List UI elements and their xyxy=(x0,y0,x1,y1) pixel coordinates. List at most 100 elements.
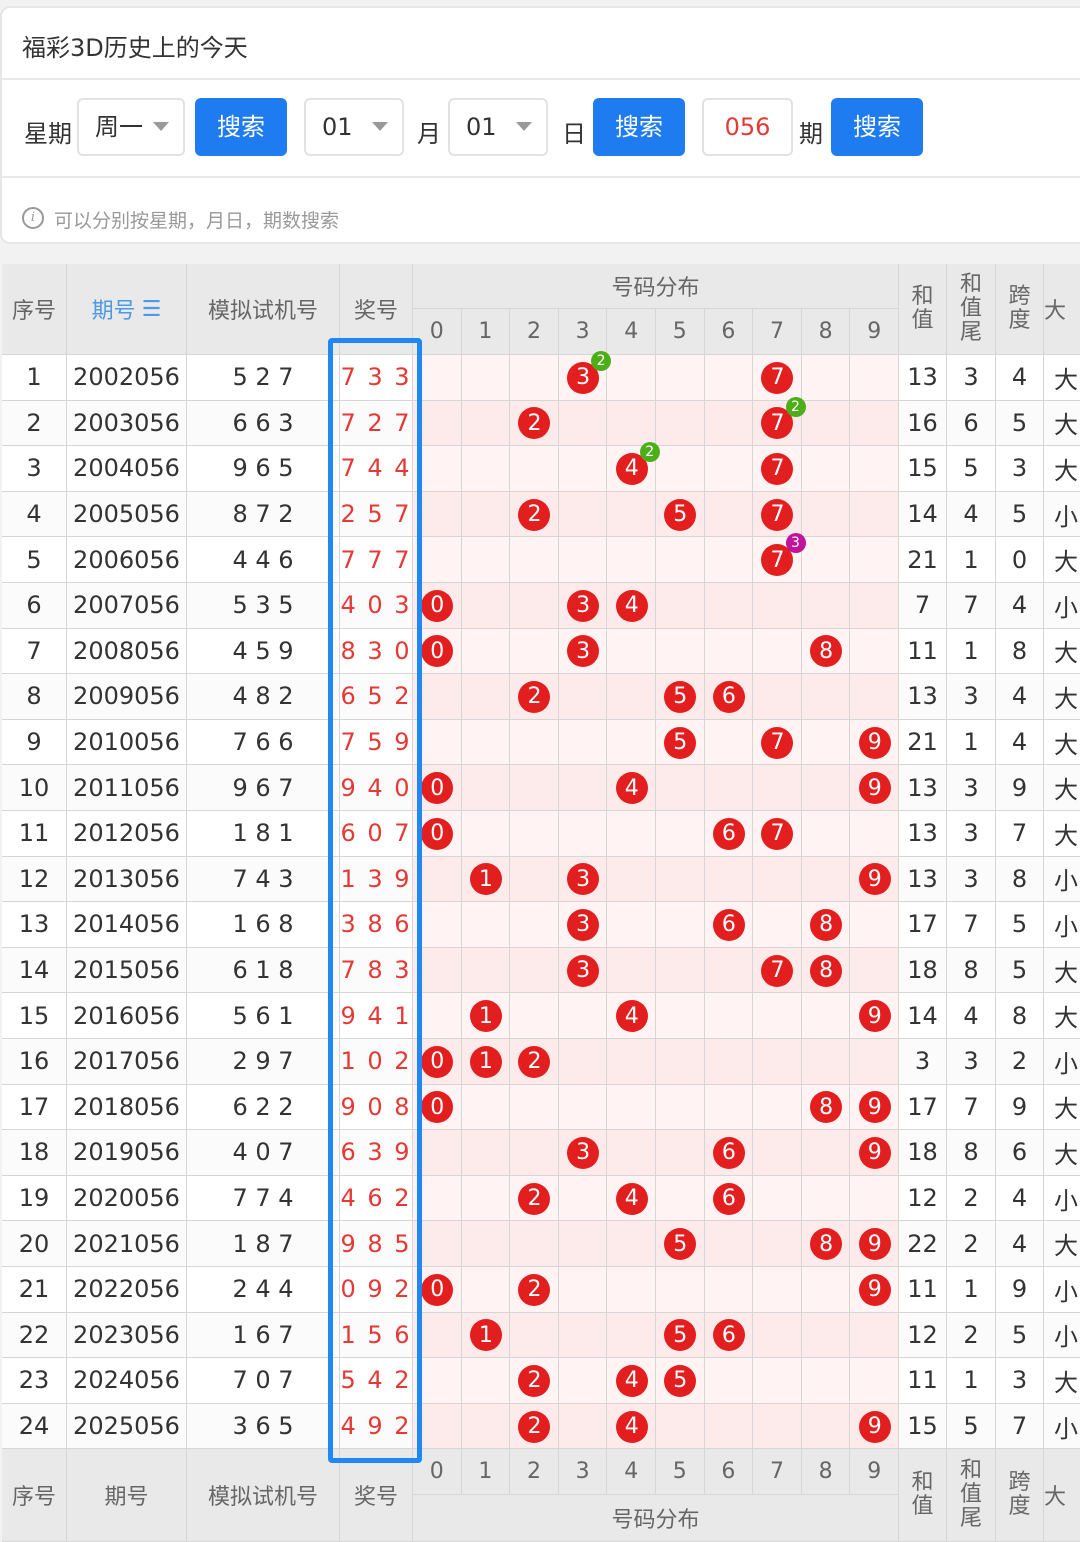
row-sim: 4 0 7 xyxy=(187,1130,340,1176)
row-sum: 11 xyxy=(899,628,947,675)
row-period: 2022056 xyxy=(67,1267,187,1313)
dist-cell-1 xyxy=(461,1221,511,1267)
row-span: 5 xyxy=(996,400,1044,447)
dist-cell-2 xyxy=(510,947,559,994)
footer-digit-5: 5 xyxy=(656,1449,705,1495)
dist-cell-7 xyxy=(753,1403,802,1450)
row-sum: 21 xyxy=(899,537,947,583)
dist-cell-8 xyxy=(801,446,851,492)
row-span: 8 xyxy=(996,993,1044,1039)
dist-cell-4: 4 xyxy=(607,583,656,629)
dist-cell-0 xyxy=(413,1358,462,1404)
row-size: 大 xyxy=(1044,1130,1080,1176)
row-prize: 1 0 2 xyxy=(340,1039,413,1085)
dist-cell-7 xyxy=(753,1130,802,1176)
row-sum: 13 xyxy=(899,856,947,903)
dist-cell-7 xyxy=(753,1039,802,1085)
dist-cell-3 xyxy=(558,1267,608,1313)
footer-sum: 和值 xyxy=(899,1449,947,1542)
header-period[interactable]: 期号 ☰ xyxy=(67,264,187,355)
row-sim: 4 4 6 xyxy=(187,537,340,583)
dist-cell-6 xyxy=(704,719,754,766)
dist-cell-2 xyxy=(510,811,559,857)
dist-cell-2: 2 xyxy=(510,1358,559,1404)
repeat-count-badge: 2 xyxy=(591,351,612,371)
row-span: 8 xyxy=(996,856,1044,903)
dist-cell-0 xyxy=(413,902,462,948)
row-size: 大 xyxy=(1044,446,1080,492)
row-prize: 3 8 6 xyxy=(340,902,413,948)
dist-cell-5 xyxy=(656,628,705,675)
header-digit-3: 3 xyxy=(558,309,608,355)
dist-cell-8 xyxy=(801,856,851,903)
dist-cell-6: 6 xyxy=(704,811,754,857)
dist-cell-6 xyxy=(704,583,754,629)
row-period: 2021056 xyxy=(67,1221,187,1267)
row-size: 小 xyxy=(1044,1403,1080,1450)
dist-cell-6 xyxy=(704,1084,754,1131)
row-prize: 6 0 7 xyxy=(340,811,413,857)
sort-icon[interactable]: ☰ xyxy=(142,297,162,322)
row-sim: 7 4 3 xyxy=(187,856,340,903)
dist-cell-7 xyxy=(753,1312,802,1359)
header-sum-tail: 和值尾 xyxy=(947,264,996,355)
row-sum-tail: 3 xyxy=(947,811,996,857)
number-ball: 9 xyxy=(858,1228,891,1261)
dist-cell-9 xyxy=(850,1358,899,1404)
dist-cell-2 xyxy=(510,719,559,766)
row-sim: 6 2 2 xyxy=(187,1084,340,1131)
dist-cell-2 xyxy=(510,993,559,1039)
repeat-count-badge: 2 xyxy=(639,442,660,463)
repeat-count-badge: 3 xyxy=(785,533,806,554)
dist-cell-3: 3 xyxy=(558,628,608,675)
dist-cell-1 xyxy=(461,1130,511,1176)
repeat-count-badge: 2 xyxy=(785,396,806,417)
number-ball: 2 xyxy=(518,1182,551,1215)
number-ball: 9 xyxy=(858,1091,891,1124)
dist-cell-3 xyxy=(558,491,608,538)
row-size: 大 xyxy=(1044,1358,1080,1404)
row-sum-tail: 4 xyxy=(947,491,996,538)
row-period: 2016056 xyxy=(67,993,187,1039)
dist-cell-3 xyxy=(558,1403,608,1450)
row-sum: 12 xyxy=(899,1175,947,1222)
dist-cell-1 xyxy=(461,628,511,675)
dist-cell-8: 8 xyxy=(801,947,851,994)
header-digit-8: 8 xyxy=(801,309,851,355)
dist-cell-2: 2 xyxy=(510,1175,559,1222)
row-size: 小 xyxy=(1044,583,1080,629)
row-seq: 23 xyxy=(2,1358,67,1404)
number-ball: 8 xyxy=(810,954,843,987)
row-sim: 5 3 5 xyxy=(187,583,340,629)
row-prize: 7 3 3 xyxy=(340,355,413,401)
dist-cell-1 xyxy=(461,446,511,492)
header-char: 和 xyxy=(911,284,934,309)
dist-cell-4: 4 xyxy=(607,1175,656,1222)
dist-cell-5 xyxy=(656,1403,705,1450)
row-period: 2008056 xyxy=(67,628,187,675)
dist-cell-0: 0 xyxy=(413,811,462,857)
dist-cell-4 xyxy=(607,947,656,994)
row-span: 4 xyxy=(996,583,1044,629)
dist-cell-1 xyxy=(461,674,511,720)
row-sim: 5 6 1 xyxy=(187,993,340,1039)
row-prize: 6 3 9 xyxy=(340,1130,413,1176)
dist-cell-5: 5 xyxy=(656,1312,705,1359)
dist-cell-7 xyxy=(753,1221,802,1267)
number-ball: 9 xyxy=(858,1136,891,1169)
header-char: 尾 xyxy=(959,320,982,345)
row-prize: 7 4 4 xyxy=(340,446,413,492)
header-sum: 和值 xyxy=(899,264,947,355)
dist-cell-4 xyxy=(607,1267,656,1313)
number-ball: 5 xyxy=(664,726,697,759)
dist-cell-5: 5 xyxy=(656,491,705,538)
row-seq: 1 xyxy=(2,355,67,401)
row-sum-tail: 1 xyxy=(947,1358,996,1404)
number-ball: 0 xyxy=(421,635,454,668)
row-size: 大 xyxy=(1044,628,1080,675)
dist-cell-5 xyxy=(656,1175,705,1222)
number-ball: 4 xyxy=(615,1364,648,1397)
row-sum-tail: 8 xyxy=(947,1130,996,1176)
row-size: 大 xyxy=(1044,674,1080,720)
dist-cell-8 xyxy=(801,765,851,811)
